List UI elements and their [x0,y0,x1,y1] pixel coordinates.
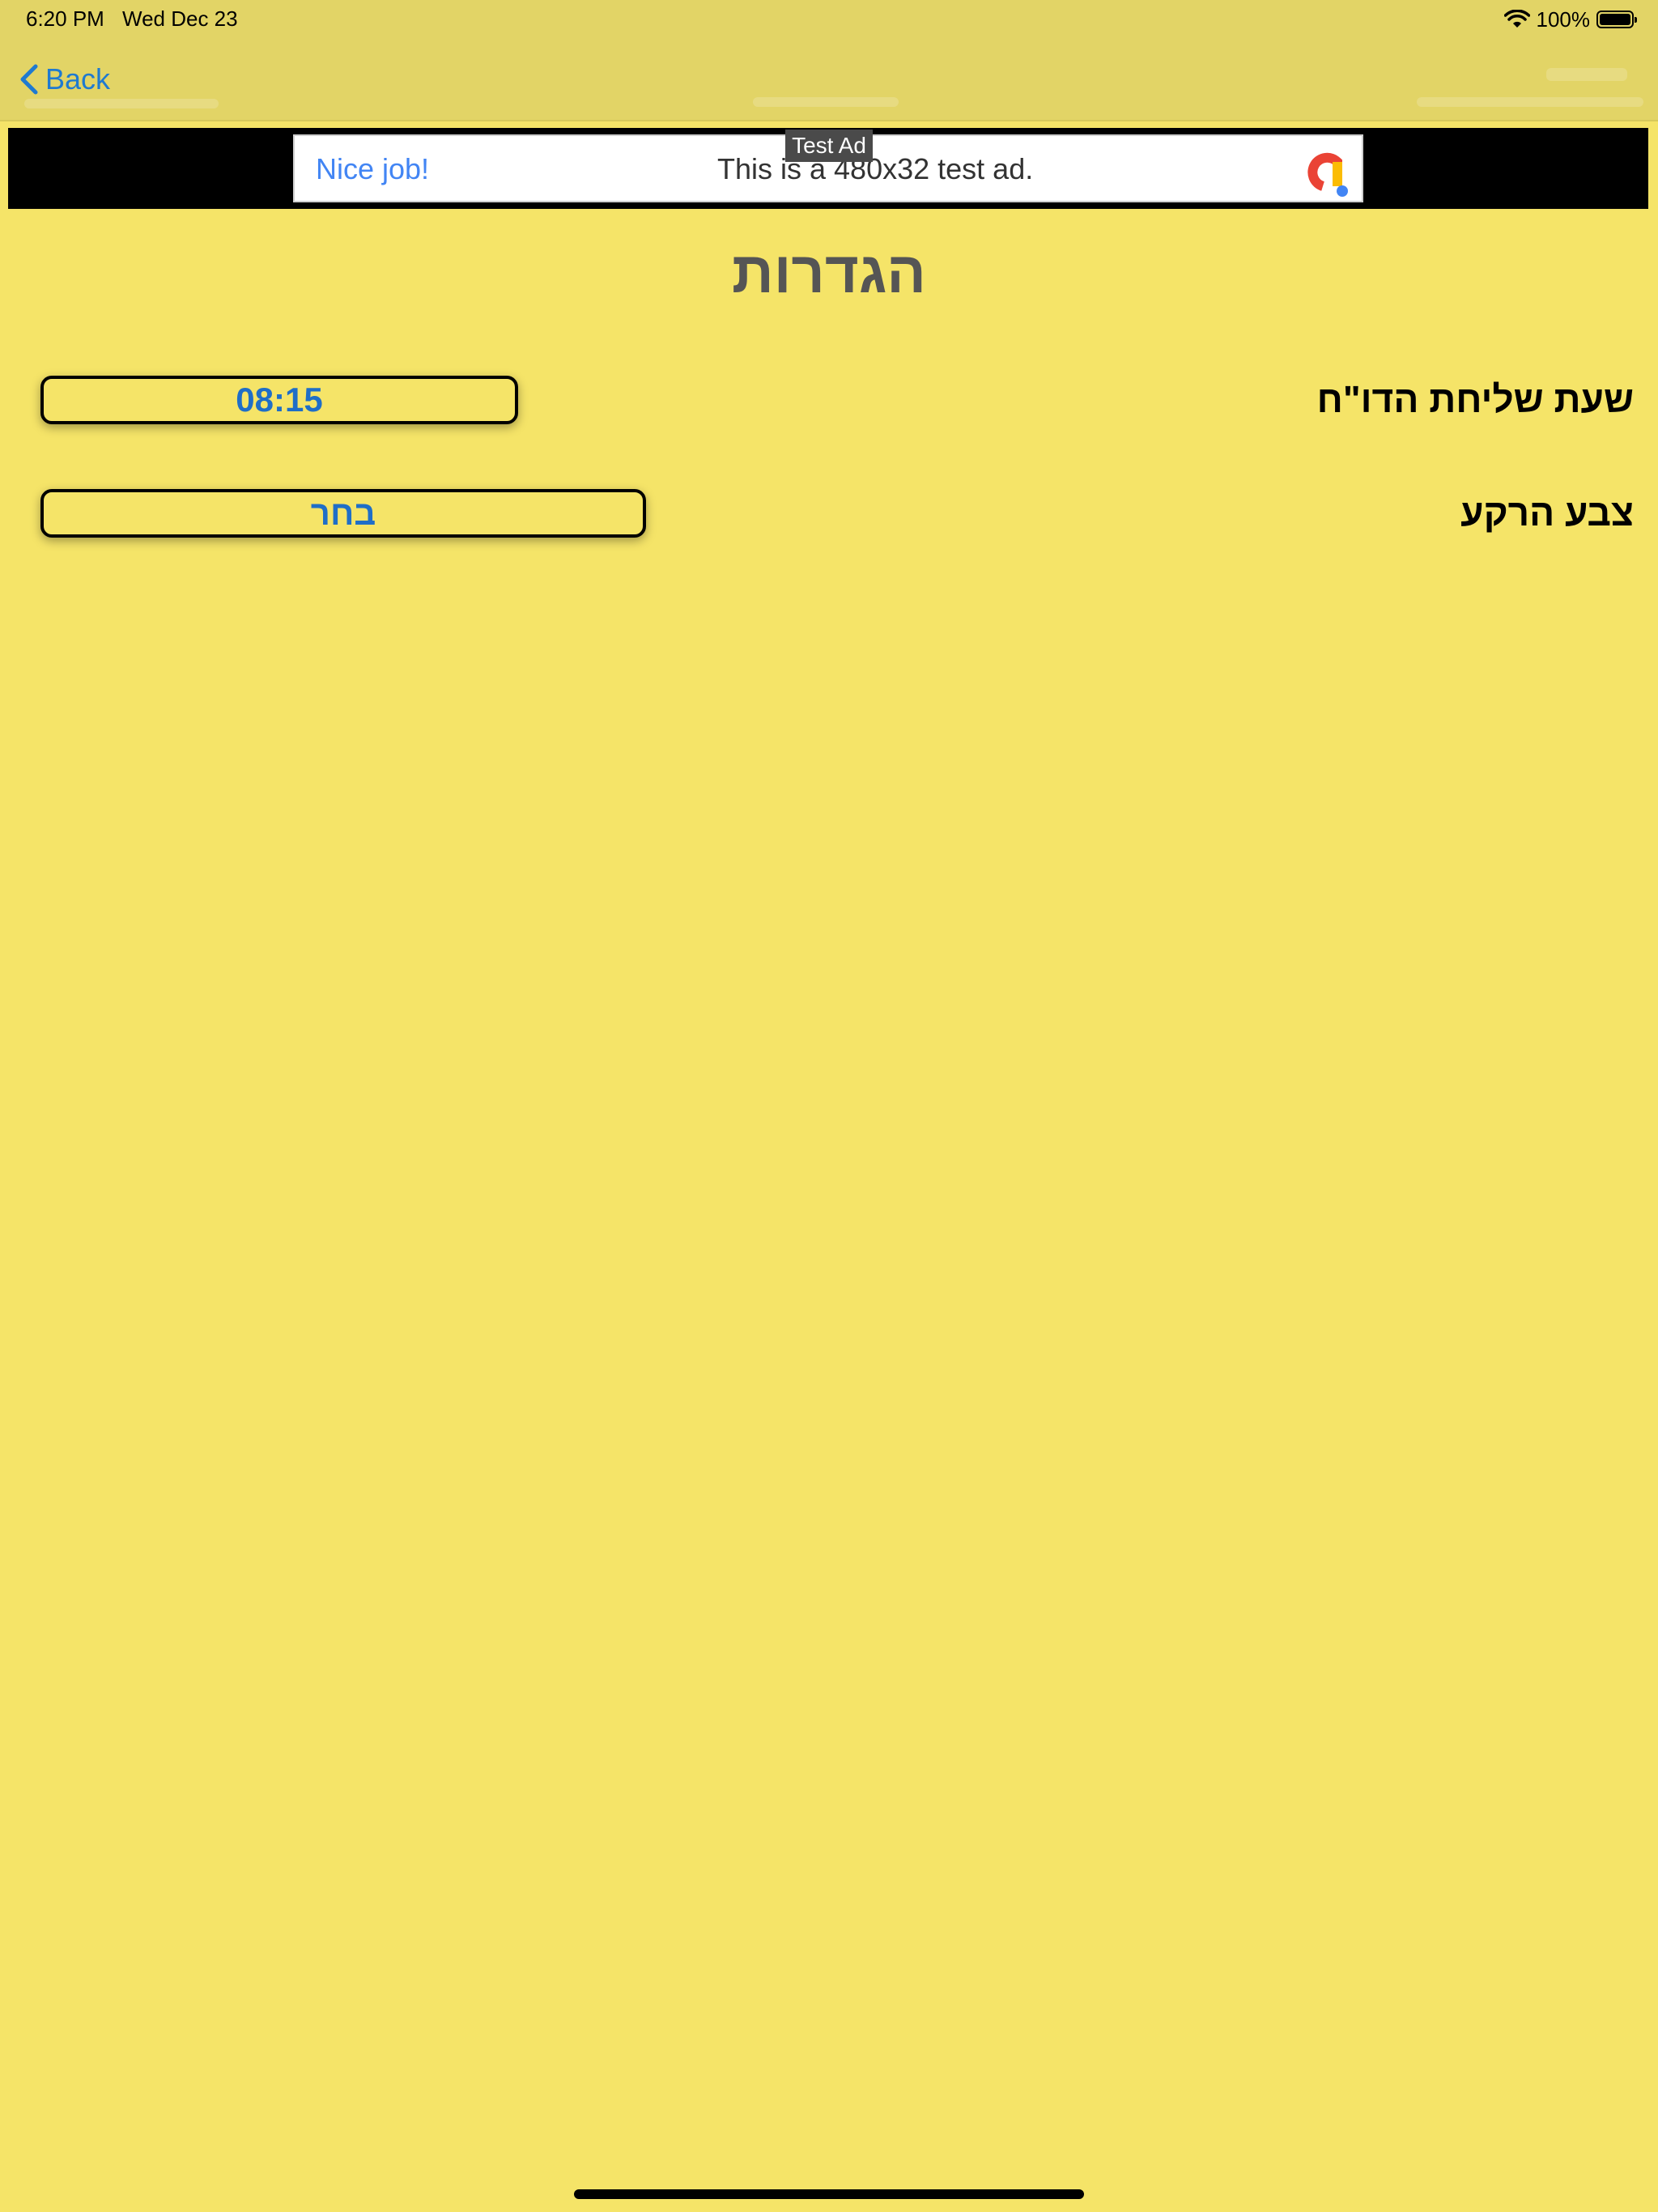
battery-icon [1596,11,1637,28]
status-time: 6:20 PM [26,6,104,31]
nav-decoration [24,99,219,108]
back-button[interactable]: Back [18,58,110,100]
status-indicators: 100% [1503,6,1637,32]
home-indicator[interactable] [574,2189,1084,2199]
background-color-label: צבע הרקע [1460,491,1634,534]
background-color-button[interactable]: בחר [40,489,646,538]
ad-body: This is a 480x32 test ad. [717,152,1034,185]
status-date: Wed Dec 23 [122,6,238,31]
ad-logo-icon [1294,141,1352,199]
page-title: הגדרות [732,240,926,305]
chevron-left-icon [18,63,39,96]
battery-percentage: 100% [1536,6,1591,32]
nav-decoration [753,97,899,107]
navigation-bar: 6:20 PM Wed Dec 23 100% Back [0,0,1658,121]
nav-decoration [1546,68,1627,81]
report-time-label: שעת שליחת הדו"ח [1316,378,1634,420]
ad-headline: Nice job! [316,152,430,185]
wifi-icon [1503,10,1530,29]
test-ad-badge: Test Ad [785,130,873,162]
report-time-picker[interactable]: 08:15 [40,376,518,424]
back-button-label: Back [45,62,111,96]
nav-decoration [1417,97,1643,107]
